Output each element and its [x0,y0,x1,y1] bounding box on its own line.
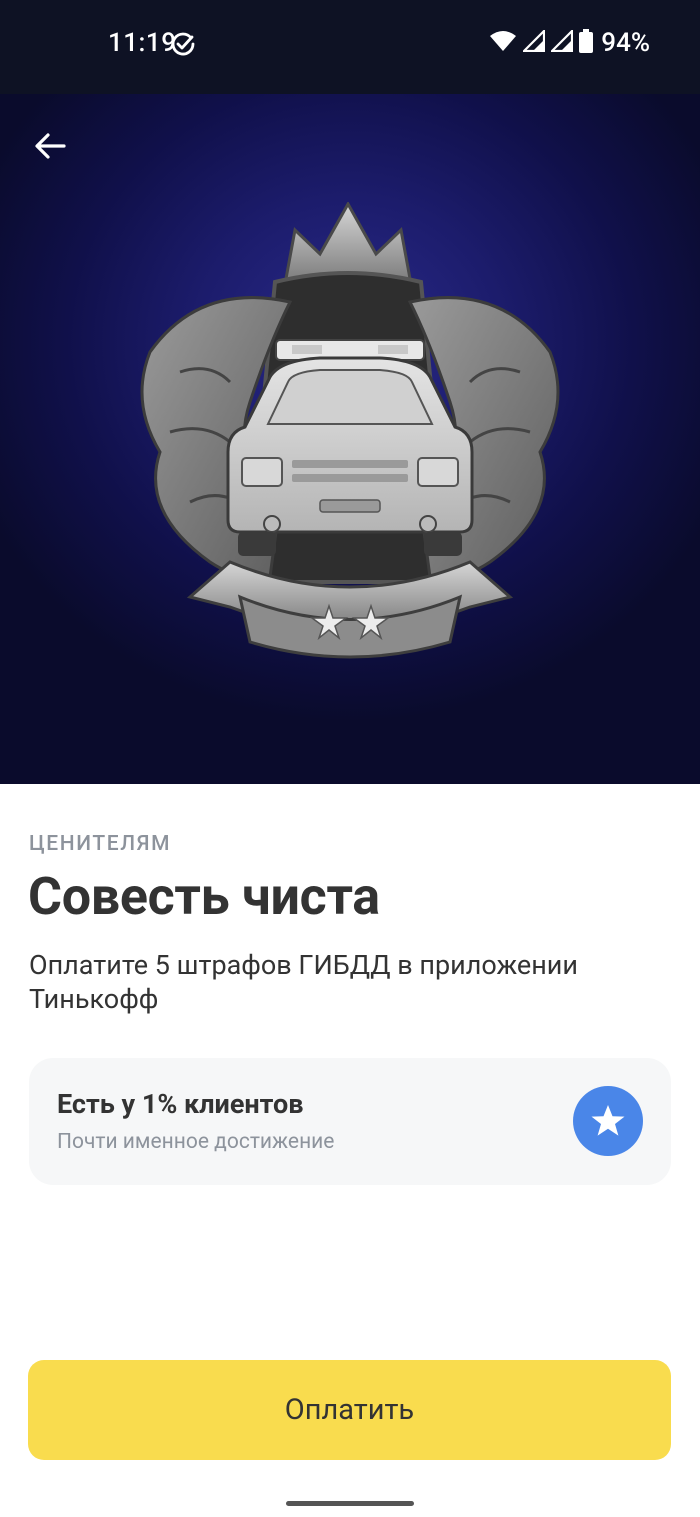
achievement-title: Совесть чиста [28,866,380,927]
achievement-hero [0,94,700,784]
signal-icon [521,28,546,56]
achievement-description: Оплатите 5 штрафов ГИБДД в приложении Ти… [29,949,578,1015]
battery-icon [579,29,594,57]
rarity-title: Есть у 1% клиентов [57,1088,304,1120]
achievement-category: ЦЕНИТЕЛЯМ [29,832,172,856]
wifi-icon [489,30,517,56]
star-icon [573,1086,643,1156]
arrow-left-icon [35,133,66,159]
rarity-card: Есть у 1% клиентов Почти именное достиже… [29,1058,671,1185]
check-circle-icon [170,31,196,61]
police-car-badge-icon [120,200,580,666]
status-bar: 11:19 94% [0,0,700,94]
battery-percent: 94% [601,28,650,58]
back-button[interactable] [28,124,72,168]
home-indicator[interactable] [286,1501,414,1506]
status-icons: 94% [489,28,650,58]
pay-button[interactable]: Оплатить [28,1360,671,1460]
status-time: 11:19 [108,28,177,58]
rarity-subtitle: Почти именное достижение [57,1130,335,1154]
signal-icon-2 [549,28,574,56]
